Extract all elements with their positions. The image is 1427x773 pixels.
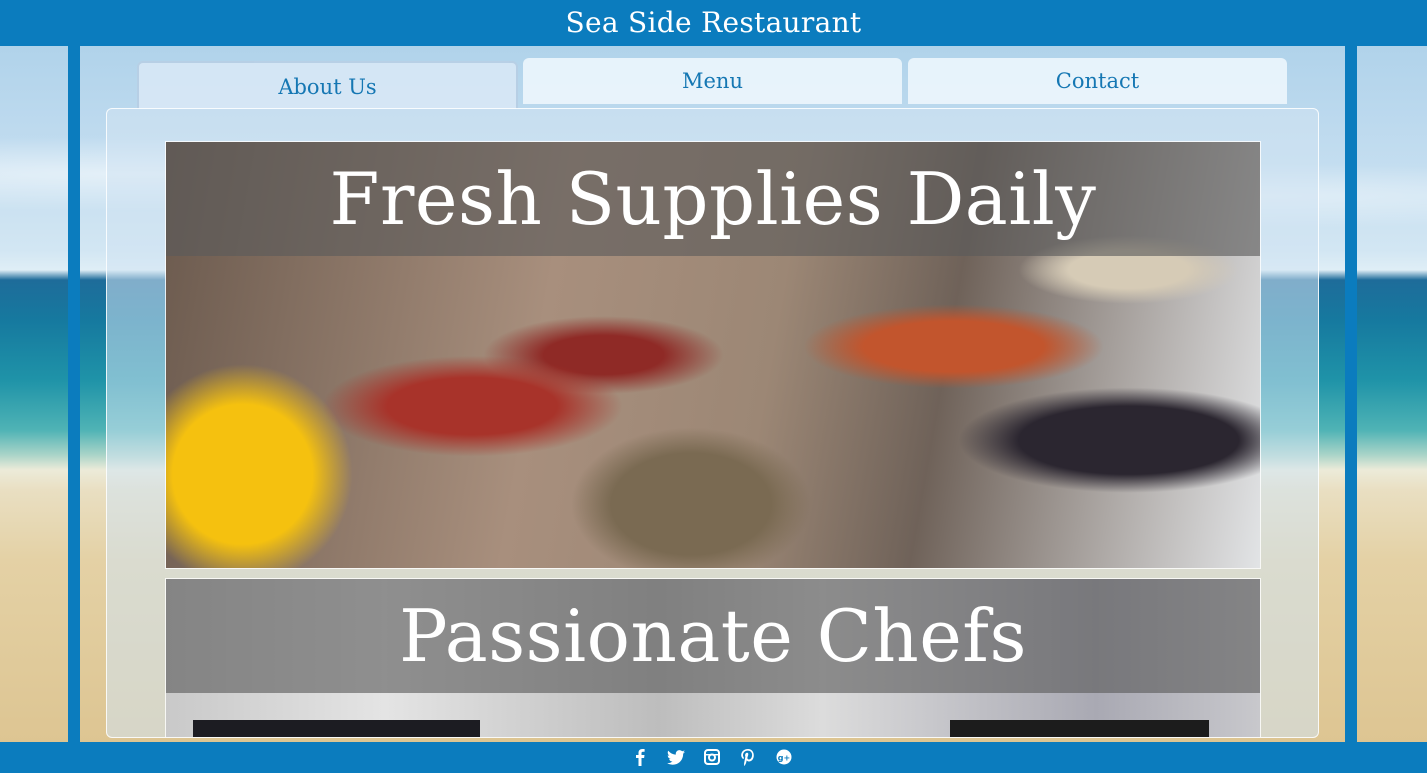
footer-bar: g+ xyxy=(0,742,1427,773)
instagram-icon[interactable] xyxy=(702,747,721,767)
kitchen-video-thumb-left xyxy=(193,720,480,737)
twitter-icon[interactable] xyxy=(666,747,685,767)
card-caption: Passionate Chefs xyxy=(166,579,1260,693)
card-caption: Fresh Supplies Daily xyxy=(166,142,1260,256)
content-panel: Fresh Supplies Daily Passionate Chefs xyxy=(106,108,1319,738)
tab-contact[interactable]: Contact xyxy=(908,58,1287,104)
tab-about-us[interactable]: About Us xyxy=(137,61,518,109)
left-rail xyxy=(68,46,80,742)
fresh-supplies-card: Fresh Supplies Daily xyxy=(165,141,1261,569)
tab-menu[interactable]: Menu xyxy=(523,58,902,104)
kitchen-video-thumb-right xyxy=(950,720,1209,737)
google-plus-icon[interactable]: g+ xyxy=(774,747,793,767)
social-icons: g+ xyxy=(630,747,793,767)
svg-text:g+: g+ xyxy=(777,754,789,763)
header-bar: Sea Side Restaurant xyxy=(0,0,1427,46)
pinterest-icon[interactable] xyxy=(738,747,757,767)
site-title: Sea Side Restaurant xyxy=(565,6,862,39)
passionate-chefs-card: Passionate Chefs xyxy=(165,578,1261,737)
facebook-icon[interactable] xyxy=(630,747,649,767)
right-rail xyxy=(1345,46,1357,742)
